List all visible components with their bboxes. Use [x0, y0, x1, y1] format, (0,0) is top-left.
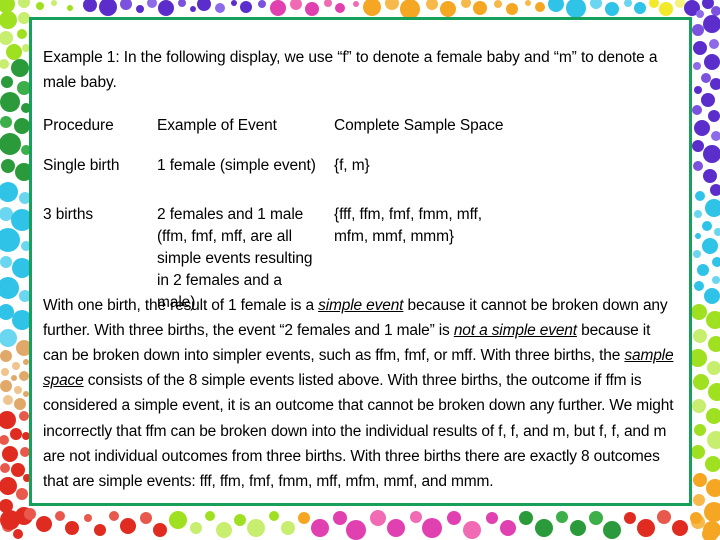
cell-complete-sample-space: {fff, ffm, fmf, fmm, mff, mfm, mmf, mmm} — [334, 205, 482, 245]
cell-procedure: Single birth — [43, 156, 120, 174]
sample-space-table: Procedure Example of Event Complete Samp… — [43, 115, 681, 311]
cell-example-of-event: 1 female (simple event) — [157, 156, 316, 174]
emphasis-not-a-simple-event: not a simple event — [453, 321, 577, 339]
emphasis-simple-event: simple event — [318, 296, 404, 314]
slide: Example 1: In the following display, we … — [0, 0, 720, 540]
intro-paragraph: Example 1: In the following display, we … — [43, 48, 658, 91]
header-complete-sample-space: Complete Sample Space — [334, 116, 504, 134]
content-card: Example 1: In the following display, we … — [29, 17, 692, 506]
cell-procedure: 3 births — [43, 205, 94, 223]
explanation-paragraph: With one birth, the result of 1 female i… — [43, 293, 677, 495]
cell-complete-sample-space: {f, m} — [334, 156, 370, 174]
header-example-of-event: Example of Event — [157, 116, 277, 134]
paragraph-segment-4: consists of the 8 simple events listed a… — [43, 372, 674, 490]
header-procedure: Procedure — [43, 116, 114, 134]
cell-example-of-event: 2 females and 1 male (ffm, fmf, mff, are… — [157, 205, 313, 311]
